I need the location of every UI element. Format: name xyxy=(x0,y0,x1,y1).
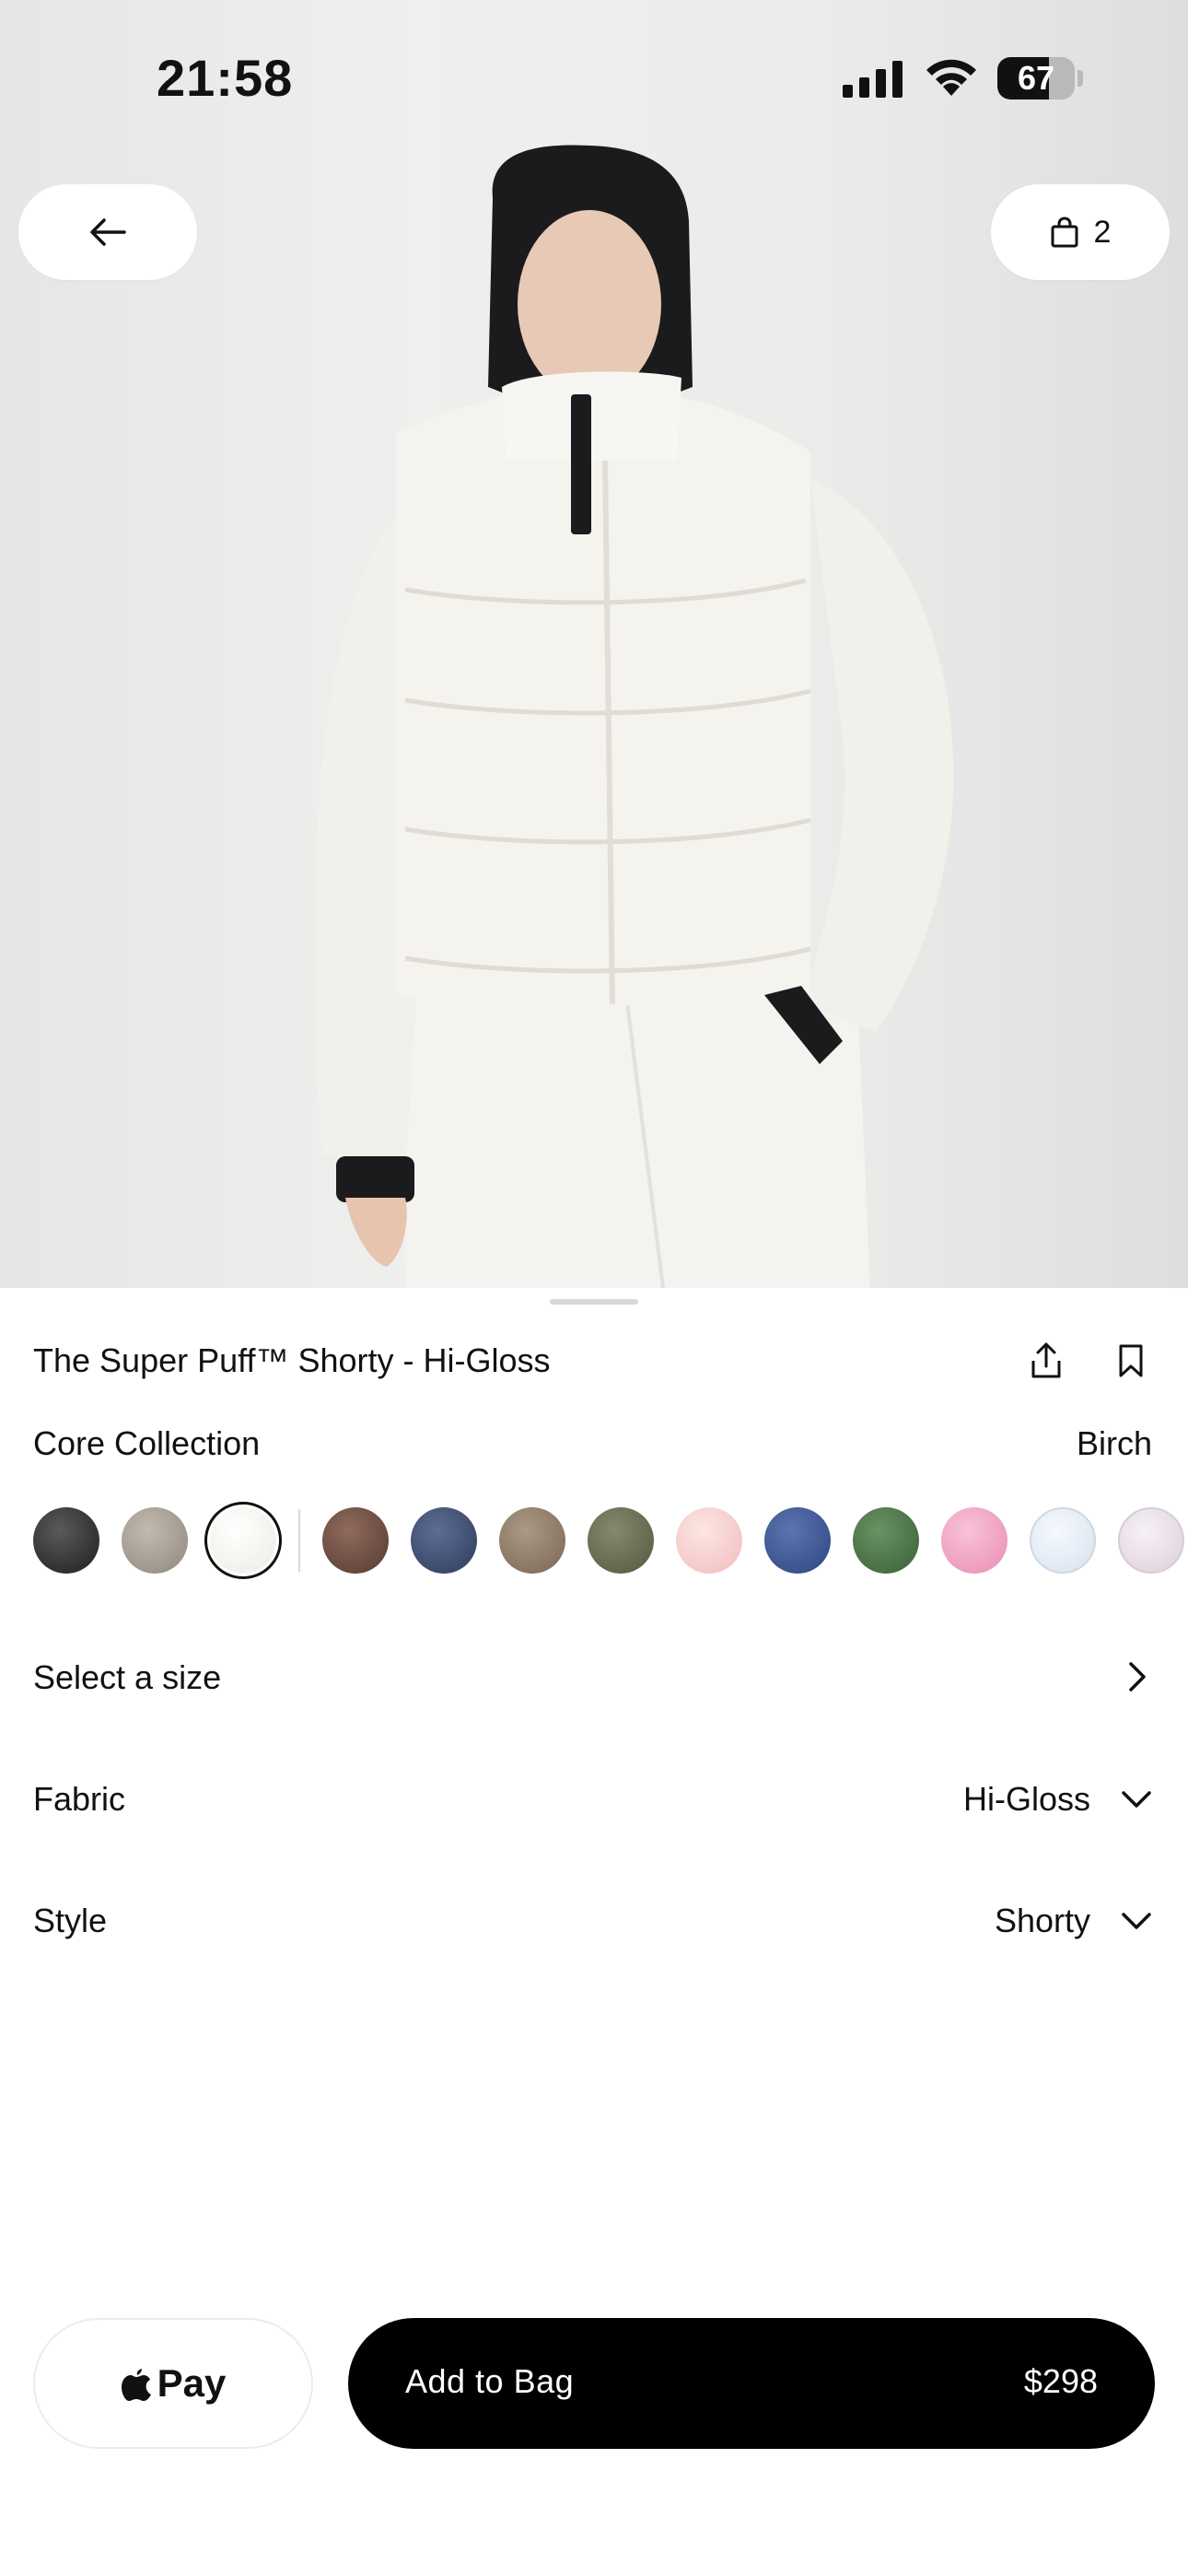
apple-logo-icon xyxy=(121,2369,151,2401)
bag-count: 2 xyxy=(1093,214,1112,250)
product-price: $298 xyxy=(1023,2362,1098,2400)
size-label: Select a size xyxy=(33,1658,222,1696)
swatch-pink[interactable] xyxy=(941,1507,1007,1574)
fabric-value: Hi-Gloss xyxy=(962,1780,1090,1818)
swatch-black[interactable] xyxy=(33,1507,99,1574)
swatch-blue[interactable] xyxy=(764,1507,831,1574)
battery-level: 67 xyxy=(1017,59,1055,97)
chevron-down-icon xyxy=(1122,1913,1151,1929)
style-label: Style xyxy=(33,1902,108,1939)
cellular-signal-icon xyxy=(843,61,903,98)
chevron-down-icon xyxy=(1122,1791,1151,1808)
swatch-olive[interactable] xyxy=(588,1507,654,1574)
swatch-birch-fill xyxy=(210,1507,276,1574)
collection-label: Core Collection xyxy=(33,1424,261,1462)
swatch-taupe[interactable] xyxy=(122,1507,188,1574)
battery-indicator: 67 xyxy=(997,57,1083,100)
status-bar: 21:58 67 xyxy=(0,0,1188,157)
bookmark-icon xyxy=(1119,1344,1143,1377)
shopping-bag-button[interactable]: 2 xyxy=(991,184,1170,280)
fabric-label: Fabric xyxy=(33,1780,126,1818)
swatch-mocha[interactable] xyxy=(499,1507,565,1574)
product-title-row: The Super Puff™ Shorty - Hi-Gloss xyxy=(33,1338,1155,1384)
style-value: Shorty xyxy=(994,1902,1090,1939)
status-time: 21:58 xyxy=(157,49,294,107)
apple-pay-label: Pay xyxy=(157,2361,227,2405)
swatch-blush[interactable] xyxy=(676,1507,742,1574)
swatch-brown[interactable] xyxy=(322,1507,389,1574)
battery-cap xyxy=(1077,70,1083,87)
style-selector-row[interactable]: Style Shorty xyxy=(33,1892,1155,1948)
wifi-icon xyxy=(926,59,976,96)
selected-color-name: Birch xyxy=(1076,1424,1152,1462)
swatch-ice[interactable] xyxy=(1030,1507,1096,1574)
share-button[interactable] xyxy=(1024,1338,1068,1384)
share-icon xyxy=(1031,1342,1061,1378)
sheet-grabber[interactable] xyxy=(550,1299,638,1305)
back-button[interactable] xyxy=(18,184,197,280)
battery-body: 67 xyxy=(997,57,1075,100)
swatch-birch[interactable] xyxy=(204,1502,282,1579)
add-to-bag-label: Add to Bag xyxy=(405,2362,575,2400)
apple-pay-button[interactable]: Pay xyxy=(33,2318,313,2449)
fabric-selector-row[interactable]: Fabric Hi-Gloss xyxy=(33,1771,1155,1826)
arrow-left-icon xyxy=(90,218,126,246)
swatch-divider xyxy=(298,1509,300,1572)
shopping-bag-icon xyxy=(1051,217,1078,248)
chevron-right-icon xyxy=(1129,1662,1146,1692)
swatch-green[interactable] xyxy=(853,1507,919,1574)
swatch-lilac[interactable] xyxy=(1118,1507,1184,1574)
swatch-navy[interactable] xyxy=(411,1507,477,1574)
size-selector-row[interactable]: Select a size xyxy=(33,1649,1155,1704)
bookmark-button[interactable] xyxy=(1109,1338,1153,1384)
add-to-bag-button[interactable]: Add to Bag $298 xyxy=(348,2318,1155,2449)
product-title: The Super Puff™ Shorty - Hi-Gloss xyxy=(33,1341,551,1379)
color-swatch-list xyxy=(33,1502,1188,1579)
